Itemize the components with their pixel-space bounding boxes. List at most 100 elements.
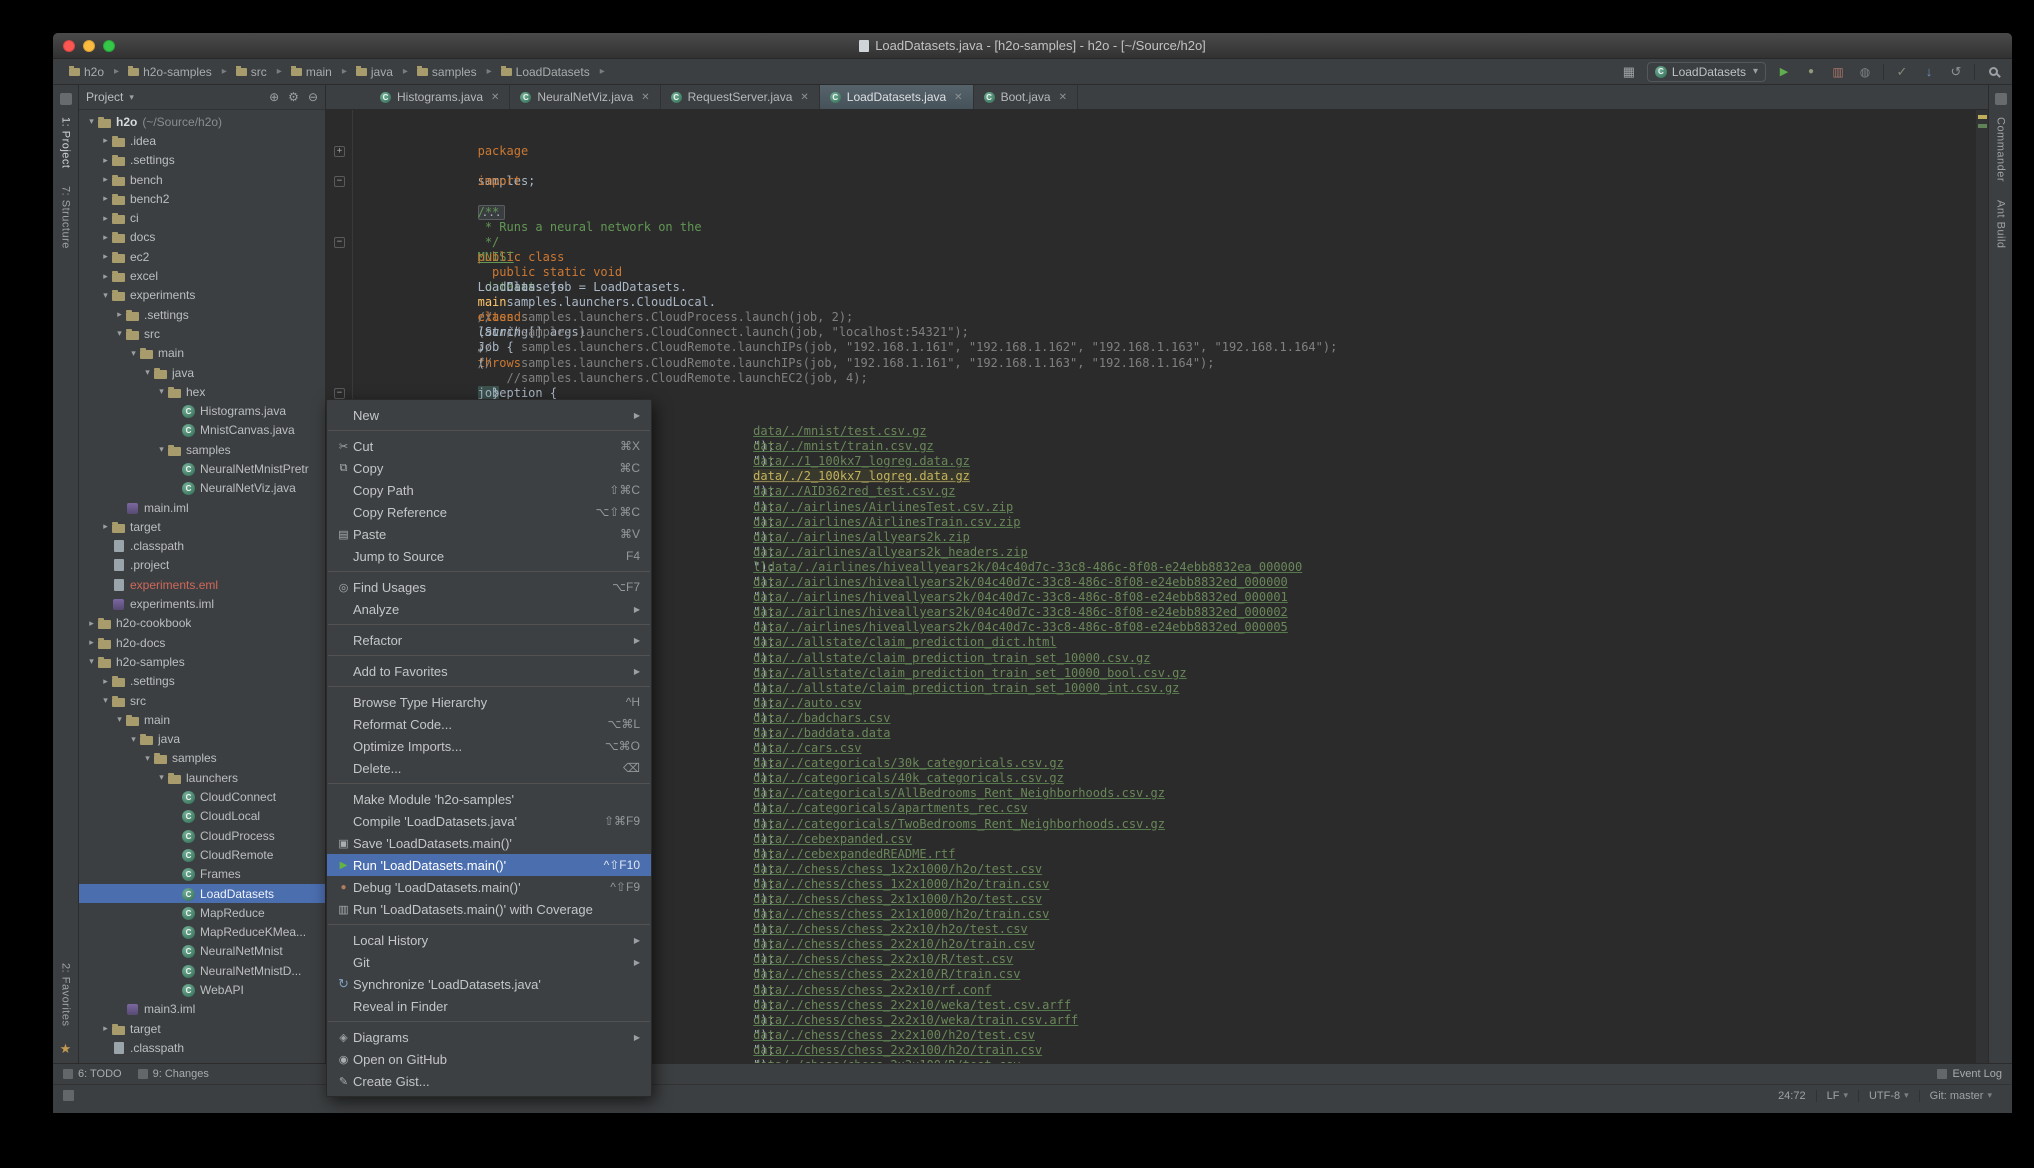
tree-item[interactable]: MapReduce: [79, 903, 325, 922]
tree-expand-arrow[interactable]: [113, 714, 126, 725]
tree-item[interactable]: Histograms.java: [79, 401, 325, 420]
menu-item[interactable]: Add to Favorites: [327, 660, 651, 682]
tree-expand-arrow[interactable]: [99, 174, 112, 185]
search-icon[interactable]: [1984, 63, 2002, 81]
tree-item[interactable]: ec2: [79, 247, 325, 266]
caret-position-widget[interactable]: 24:72: [1768, 1090, 1816, 1102]
tree-item[interactable]: NeuralNetMnistPretr: [79, 459, 325, 478]
menu-item[interactable]: Browse Type Hierarchy ^H: [327, 691, 651, 713]
tree-item[interactable]: target: [79, 1019, 325, 1038]
tool-window-button[interactable]: Ant Build: [1995, 200, 2007, 249]
zoom-window-button[interactable]: [103, 40, 115, 52]
tree-item[interactable]: src: [79, 324, 325, 343]
run-configuration-select[interactable]: LoadDatasets: [1647, 62, 1766, 82]
hide-panel-icon[interactable]: ⊖: [308, 90, 318, 104]
menu-item[interactable]: Open on GitHub: [327, 1048, 651, 1070]
menu-item[interactable]: Compile 'LoadDatasets.java' ⇧⌘F9: [327, 810, 651, 832]
titlebar[interactable]: LoadDatasets.java - [h2o-samples] - h2o …: [53, 33, 2012, 59]
tree-item[interactable]: .settings: [79, 305, 325, 324]
event-log-button[interactable]: Event Log: [1937, 1068, 2002, 1080]
close-window-button[interactable]: [63, 40, 75, 52]
tree-item[interactable]: main.iml: [79, 498, 325, 517]
menu-item[interactable]: Copy ⌘C: [327, 457, 651, 479]
tree-item[interactable]: experiments.eml: [79, 575, 325, 594]
tree-item[interactable]: samples: [79, 440, 325, 459]
tree-item[interactable]: MnistCanvas.java: [79, 421, 325, 440]
tree-expand-arrow[interactable]: [141, 367, 154, 378]
menu-item[interactable]: [327, 426, 651, 435]
tree-item[interactable]: docs: [79, 228, 325, 247]
tree-item[interactable]: java: [79, 730, 325, 749]
breadcrumb-item[interactable]: h2o: [67, 64, 126, 80]
editor-tab[interactable]: LoadDatasets.java: [820, 85, 974, 109]
menu-item[interactable]: [327, 682, 651, 691]
tool-window-button[interactable]: 7: Structure: [60, 186, 72, 249]
menu-item[interactable]: Copy Reference ⌥⇧⌘C: [327, 501, 651, 523]
tree-item[interactable]: h2o-samples: [79, 652, 325, 671]
project-tree[interactable]: h2o (~/Source/h2o) .idea .settings: [79, 110, 325, 1063]
tree-item[interactable]: h2o-cookbook: [79, 614, 325, 633]
tree-item[interactable]: main: [79, 344, 325, 363]
tree-item[interactable]: .classpath: [79, 537, 325, 556]
breadcrumb-item[interactable]: h2o-samples: [126, 64, 234, 80]
tree-expand-arrow[interactable]: [99, 676, 112, 687]
tree-item[interactable]: bench2: [79, 189, 325, 208]
tree-item[interactable]: hex: [79, 382, 325, 401]
minimize-window-button[interactable]: [83, 40, 95, 52]
tree-item[interactable]: NeuralNetMnist: [79, 942, 325, 961]
tree-expand-arrow[interactable]: [127, 348, 140, 359]
menu-item[interactable]: [327, 920, 651, 929]
project-view-select[interactable]: Project: [86, 90, 134, 104]
tree-item[interactable]: LoadDatasets: [79, 884, 325, 903]
close-tab-icon[interactable]: [641, 92, 649, 103]
editor-tab[interactable]: Histograms.java: [370, 85, 510, 109]
close-tab-icon[interactable]: [954, 92, 962, 103]
editor-tab[interactable]: NeuralNetViz.java: [510, 85, 660, 109]
menu-item[interactable]: Save 'LoadDatasets.main()': [327, 832, 651, 854]
tree-expand-arrow[interactable]: [85, 116, 98, 127]
tree-item[interactable]: NeuralNetViz.java: [79, 479, 325, 498]
menu-item[interactable]: Run 'LoadDatasets.main()' with Coverage: [327, 898, 651, 920]
tree-expand-arrow[interactable]: [85, 656, 98, 667]
tree-item[interactable]: excel: [79, 266, 325, 285]
tree-expand-arrow[interactable]: [141, 753, 154, 764]
tree-item[interactable]: ci: [79, 208, 325, 227]
window-layout-icon[interactable]: ▦: [1620, 63, 1638, 81]
changes-tool-button[interactable]: 9: Changes: [138, 1068, 209, 1080]
menu-item[interactable]: Copy Path ⇧⌘C: [327, 479, 651, 501]
tree-expand-arrow[interactable]: [99, 271, 112, 282]
tree-item[interactable]: .settings: [79, 151, 325, 170]
tree-expand-arrow[interactable]: [99, 213, 112, 224]
tree-item[interactable]: experiments: [79, 286, 325, 305]
tree-item[interactable]: target: [79, 517, 325, 536]
editor-tab[interactable]: Boot.java: [974, 85, 1078, 109]
line-separator-widget[interactable]: LF: [1816, 1090, 1858, 1102]
gear-icon[interactable]: ⚙: [288, 90, 299, 104]
run-button[interactable]: ▶: [1775, 63, 1793, 81]
tree-item[interactable]: h2o (~/Source/h2o): [79, 112, 325, 131]
tree-expand-arrow[interactable]: [99, 232, 112, 243]
tree-item[interactable]: CloudConnect: [79, 787, 325, 806]
breadcrumb-item[interactable]: src: [234, 64, 289, 80]
breadcrumb-item[interactable]: java: [354, 64, 415, 80]
tree-expand-arrow[interactable]: [99, 521, 112, 532]
menu-item[interactable]: Local History: [327, 929, 651, 951]
menu-item[interactable]: Cut ⌘X: [327, 435, 651, 457]
tree-item[interactable]: launchers: [79, 768, 325, 787]
encoding-widget[interactable]: UTF-8: [1858, 1090, 1919, 1102]
breadcrumb-item[interactable]: samples: [415, 64, 499, 80]
menu-item[interactable]: [327, 1017, 651, 1026]
tree-item[interactable]: .settings: [79, 672, 325, 691]
tool-window-button[interactable]: Commander: [1995, 117, 2007, 182]
menu-item[interactable]: Synchronize 'LoadDatasets.java': [327, 973, 651, 995]
menu-item[interactable]: Analyze: [327, 598, 651, 620]
close-tab-icon[interactable]: [491, 92, 499, 103]
fold-marker-plus[interactable]: +: [334, 146, 345, 157]
profiler-button[interactable]: ◍: [1856, 63, 1874, 81]
tree-item[interactable]: WebAPI: [79, 980, 325, 999]
vcs-commit-icon[interactable]: ✓: [1893, 63, 1911, 81]
menu-item[interactable]: Debug 'LoadDatasets.main()' ^⇧F9: [327, 876, 651, 898]
menu-item[interactable]: Reformat Code... ⌥⌘L: [327, 713, 651, 735]
menu-item[interactable]: [327, 651, 651, 660]
todo-tool-button[interactable]: 6: TODO: [63, 1068, 122, 1080]
